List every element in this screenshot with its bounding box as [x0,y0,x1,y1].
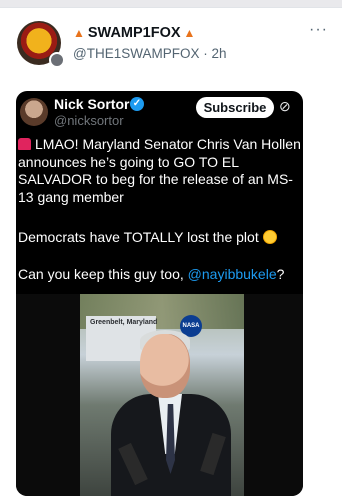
tweet-paragraph-2: Democrats have TOTALLY lost the plot [18,229,302,247]
post-time[interactable]: 2h [212,46,227,61]
tweet-paragraph-3: Can you keep this guy too, @nayibbukele? [18,266,285,282]
embedded-author-handle: @nicksortor [54,113,124,128]
rotating-light-icon [18,138,31,150]
avatar-badge-icon [49,52,65,68]
verified-badge-icon: ✓ [130,97,144,111]
subscribe-button: Subscribe [196,97,274,118]
tweet-paragraph-1: LMAO! Maryland Senator Chris Van Hollen … [18,136,301,205]
embedded-author-name: Nick Sortor [54,96,130,112]
embedded-tweet-text: LMAO! Maryland Senator Chris Van Hollen … [18,136,302,282]
author-display-name[interactable]: SWAMP1FOX [88,25,181,41]
embedded-author-avatar [20,98,48,126]
author-handle[interactable]: @THE1SWAMPFOX [73,46,199,61]
meta-separator: · [203,46,208,61]
post-card[interactable]: ▲ SWAMP1FOX ▲ @THE1SWAMPFOX · 2h ··· Nic… [0,7,342,501]
fox-face-icon: ▲ [73,26,85,40]
rolling-laughing-emoji [262,230,277,244]
author-meta: @THE1SWAMPFOX · 2h [73,46,227,61]
fox-face-icon: ▲ [183,26,196,40]
author-display-row: ▲ SWAMP1FOX ▲ [73,25,195,41]
grok-icon: ⊘ [279,98,291,114]
speaker-face [140,334,190,398]
mention-link: @nayibbukele [187,266,277,282]
video-sign-text: Greenbelt, Maryland [90,319,158,326]
more-options-icon[interactable]: ··· [309,21,328,39]
video-frame: Greenbelt, Maryland NASA [16,294,303,496]
embedded-media[interactable]: Nick Sortor ✓ @nicksortor Subscribe ⊘ LM… [16,91,303,496]
